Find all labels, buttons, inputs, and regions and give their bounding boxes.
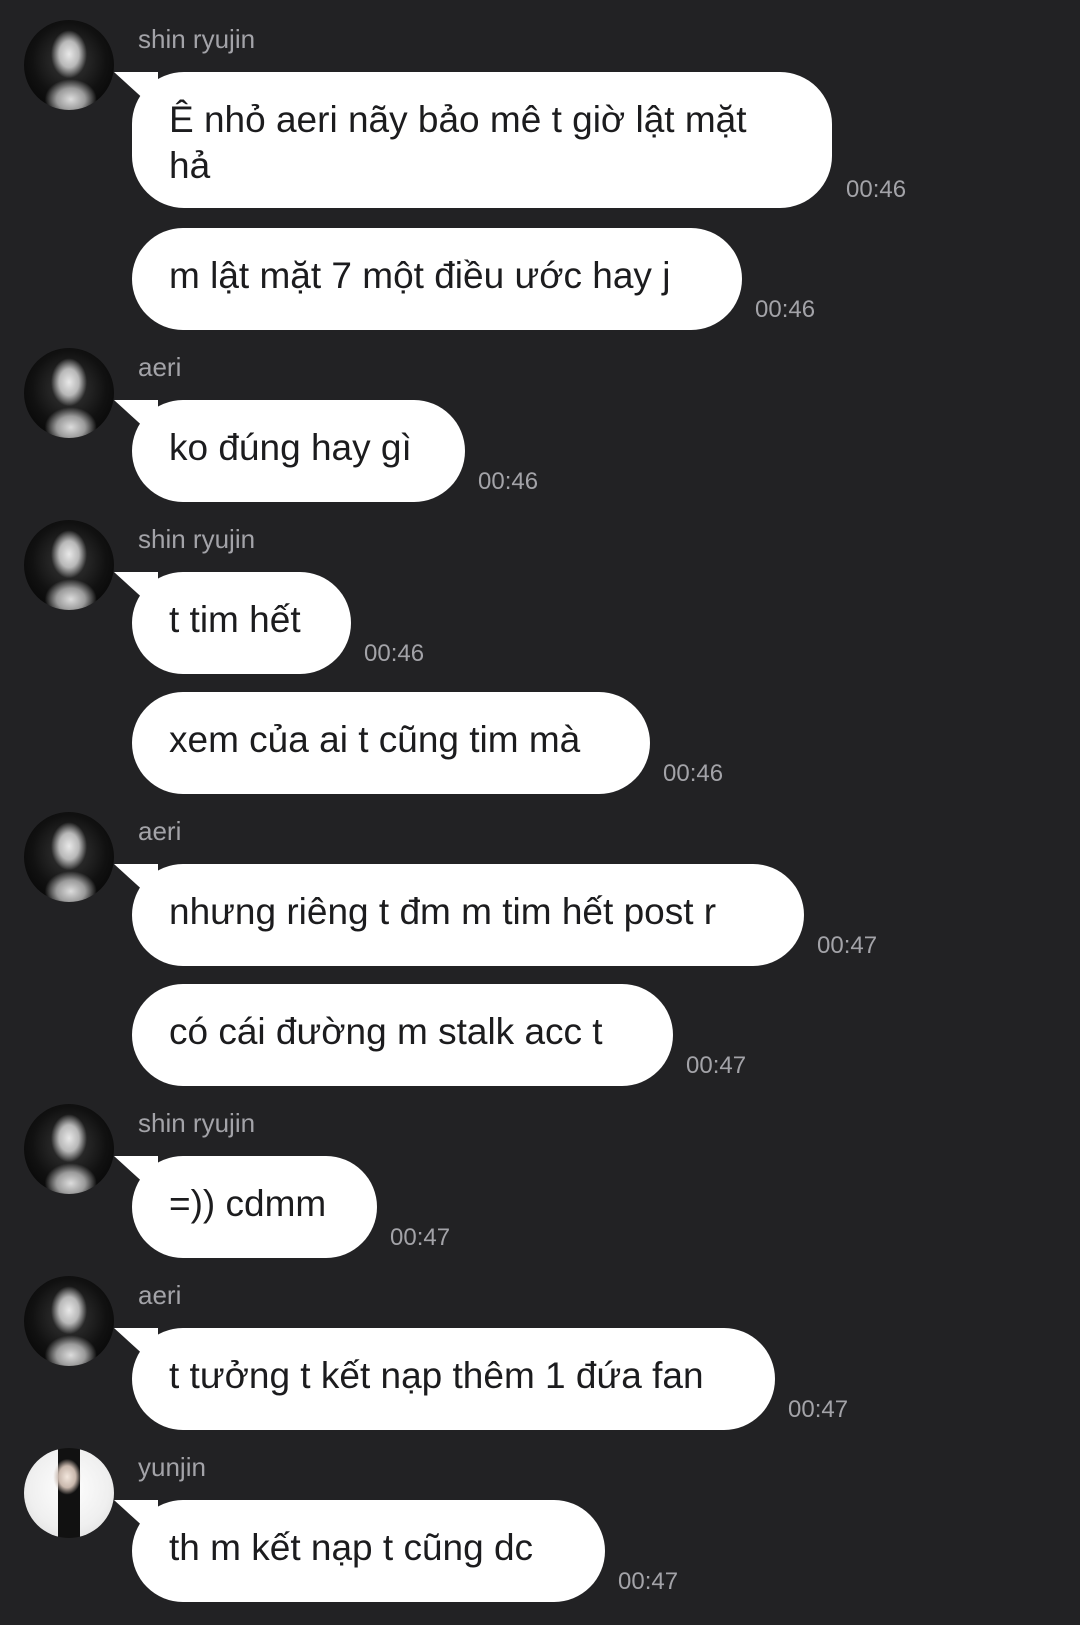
message-timestamp: 00:46 — [663, 760, 724, 787]
sender-name: shin ryujin — [138, 1108, 256, 1138]
sender-name: aeri — [138, 352, 182, 382]
message-bubble[interactable]: Ê nhỏ aeri nãy bảo mê t giờ lật mặt hả — [132, 72, 832, 208]
message-text: xem của ai t cũng tim mà — [169, 719, 581, 760]
message-timestamp: 00:47 — [618, 1568, 679, 1595]
message-bubble[interactable]: m lật mặt 7 một điều ước hay j — [132, 228, 742, 330]
message-timestamp: 00:46 — [755, 296, 816, 323]
message-bubble[interactable]: =)) cdmm — [132, 1156, 377, 1258]
sender-name: shin ryujin — [138, 524, 256, 554]
message-bubble[interactable]: ko đúng hay gì — [132, 400, 465, 502]
sender-name: shin ryujin — [138, 24, 256, 54]
avatar-yunjin[interactable] — [24, 1448, 114, 1538]
avatar-aeri[interactable] — [24, 812, 114, 902]
message-text: nhưng riêng t đm m tim hết post r — [169, 891, 717, 932]
message-timestamp: 00:46 — [846, 176, 907, 203]
message-timestamp: 00:47 — [817, 932, 878, 959]
message-timestamp: 00:47 — [686, 1052, 747, 1079]
message-bubble[interactable]: xem của ai t cũng tim mà — [132, 692, 650, 794]
avatar-shin-ryujin[interactable] — [24, 520, 114, 610]
message-timestamp: 00:47 — [788, 1396, 849, 1423]
message-text: có cái đường m stalk acc t — [169, 1011, 603, 1052]
message-bubble[interactable]: th m kết nạp t cũng dc — [132, 1500, 605, 1602]
message-bubble[interactable]: t tưởng t kết nạp thêm 1 đứa fan — [132, 1328, 775, 1430]
message-bubble[interactable]: t tim hết — [132, 572, 351, 674]
message-bubble[interactable]: nhưng riêng t đm m tim hết post r — [132, 864, 804, 966]
message-text: =)) cdmm — [169, 1183, 327, 1224]
message-text: t tưởng t kết nạp thêm 1 đứa fan — [169, 1355, 704, 1396]
sender-name: aeri — [138, 1280, 182, 1310]
message-text: t tim hết — [169, 599, 301, 640]
message-timestamp: 00:47 — [390, 1224, 451, 1251]
message-text: Ê nhỏ aeri nãy bảo mê t giờ lật mặt hả — [169, 99, 747, 186]
avatar-aeri[interactable] — [24, 348, 114, 438]
message-text: m lật mặt 7 một điều ước hay j — [169, 255, 671, 296]
sender-name: yunjin — [138, 1452, 206, 1482]
avatar-aeri[interactable] — [24, 1276, 114, 1366]
message-bubble[interactable]: có cái đường m stalk acc t — [132, 984, 673, 1086]
message-timestamp: 00:46 — [478, 468, 539, 495]
message-text: th m kết nạp t cũng dc — [169, 1527, 534, 1568]
sender-name: aeri — [138, 816, 182, 846]
avatar-shin-ryujin[interactable] — [24, 1104, 114, 1194]
message-timestamp: 00:46 — [364, 640, 425, 667]
avatar-shin-ryujin[interactable] — [24, 20, 114, 110]
chat-log[interactable]: shin ryujin Ê nhỏ aeri nãy bảo mê t giờ … — [0, 0, 1080, 1625]
message-text: ko đúng hay gì — [169, 427, 412, 468]
